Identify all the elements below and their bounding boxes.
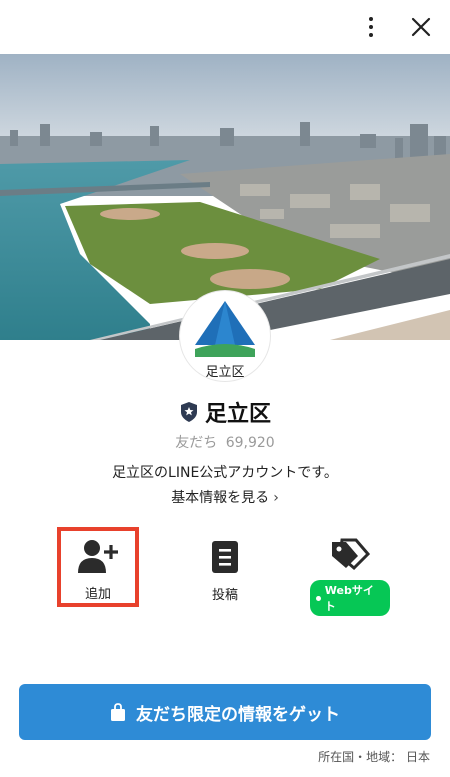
account-name: 足立区 <box>204 402 271 427</box>
friends-number: 69,920 <box>225 435 275 451</box>
chevron-right-icon: › <box>273 490 279 506</box>
shopping-bag-icon <box>111 703 125 721</box>
country-region: 所在国・地域： 日本 <box>318 750 430 764</box>
get-exclusive-info-button[interactable]: 友だち限定の情報をゲット <box>19 684 431 740</box>
post-label: 投稿 <box>211 588 238 603</box>
friends-count: 友だち 69,920 <box>0 432 450 452</box>
website-label: Webサイト <box>324 584 374 613</box>
cta-label: 友だち限定の情報をゲット <box>136 704 340 725</box>
tag-icon <box>332 538 370 571</box>
basic-info-label: 基本情報を見る <box>171 490 270 506</box>
account-name-row: 足立区 <box>0 396 450 428</box>
add-friend-icon <box>78 540 118 573</box>
top-bar <box>0 0 450 54</box>
close-icon[interactable] <box>404 10 438 44</box>
action-buttons: 追加 投稿 Webサイト <box>0 527 450 616</box>
friends-label: 友だち <box>175 435 218 451</box>
website-pill: Webサイト <box>310 580 390 616</box>
basic-info-link[interactable]: 基本情報を見る › <box>0 487 450 507</box>
account-logo[interactable]: 足立区 <box>180 291 270 381</box>
add-label: 追加 <box>84 587 111 602</box>
adachi-logo-icon <box>195 301 255 357</box>
logo-label: 足立区 <box>205 365 245 380</box>
dot-icon <box>316 595 321 601</box>
website-button[interactable]: Webサイト <box>310 528 390 616</box>
post-button[interactable]: 投稿 <box>185 528 265 608</box>
account-description: 足立区のLINE公式アカウントです。 <box>112 465 338 481</box>
more-vertical-icon[interactable] <box>356 12 386 42</box>
verified-shield-icon <box>180 402 197 422</box>
add-friend-button[interactable]: 追加 <box>57 527 139 607</box>
post-icon <box>212 541 238 573</box>
